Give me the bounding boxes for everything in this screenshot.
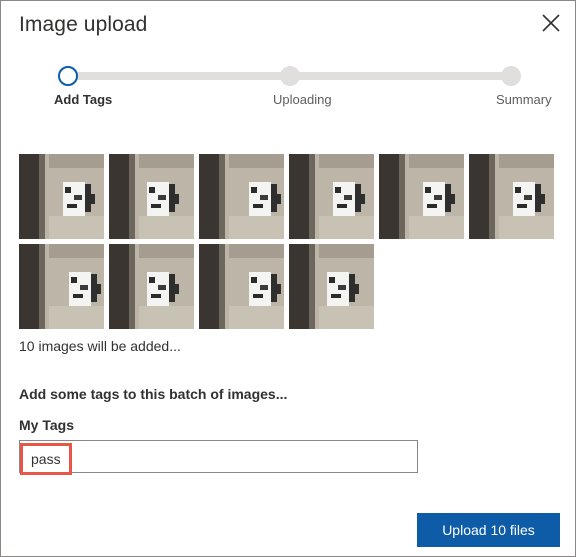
image-thumbnail-picture	[19, 154, 104, 239]
upload-files-button[interactable]: Upload 10 files	[417, 513, 560, 547]
image-thumbnail-picture	[19, 244, 104, 329]
image-thumbnail[interactable]	[199, 154, 284, 239]
image-thumbnail[interactable]	[469, 154, 554, 239]
step-indicator-uploading	[280, 66, 300, 86]
image-thumbnail-picture	[469, 154, 554, 239]
image-thumbnail-picture	[199, 244, 284, 329]
step-label-summary: Summary	[496, 92, 552, 107]
image-thumbnail[interactable]	[379, 154, 464, 239]
tags-input[interactable]	[76, 442, 415, 473]
image-thumbnail-picture	[109, 154, 194, 239]
tags-section-heading: Add some tags to this batch of images...	[19, 386, 288, 402]
tag-chip[interactable]: pass	[20, 443, 72, 475]
image-thumbnail-picture	[109, 244, 194, 329]
progress-stepper: Add Tags Uploading Summary	[1, 61, 576, 111]
step-indicator-summary	[501, 66, 521, 86]
image-thumbnail-picture	[379, 154, 464, 239]
step-label-add-tags: Add Tags	[54, 92, 113, 107]
image-thumbnail[interactable]	[19, 244, 104, 329]
my-tags-label: My Tags	[19, 417, 74, 433]
image-upload-dialog: Image upload Add Tags Uploading Summary …	[0, 0, 576, 557]
image-thumbnail[interactable]	[19, 154, 104, 239]
close-icon	[542, 14, 560, 32]
image-thumbnail-picture	[199, 154, 284, 239]
image-thumbnail[interactable]	[199, 244, 284, 329]
close-button[interactable]	[539, 11, 563, 35]
image-thumbnail[interactable]	[109, 154, 194, 239]
image-thumbnail[interactable]	[109, 244, 194, 329]
dialog-title: Image upload	[19, 13, 148, 36]
image-thumbnail[interactable]	[289, 154, 374, 239]
image-thumbnail-picture	[289, 154, 374, 239]
step-indicator-add-tags	[58, 66, 78, 86]
image-thumbnail[interactable]	[289, 244, 374, 329]
image-thumbnail-picture	[289, 244, 374, 329]
tags-field[interactable]: pass	[19, 440, 418, 475]
step-label-uploading: Uploading	[273, 92, 332, 107]
image-count-text: 10 images will be added...	[19, 338, 181, 354]
